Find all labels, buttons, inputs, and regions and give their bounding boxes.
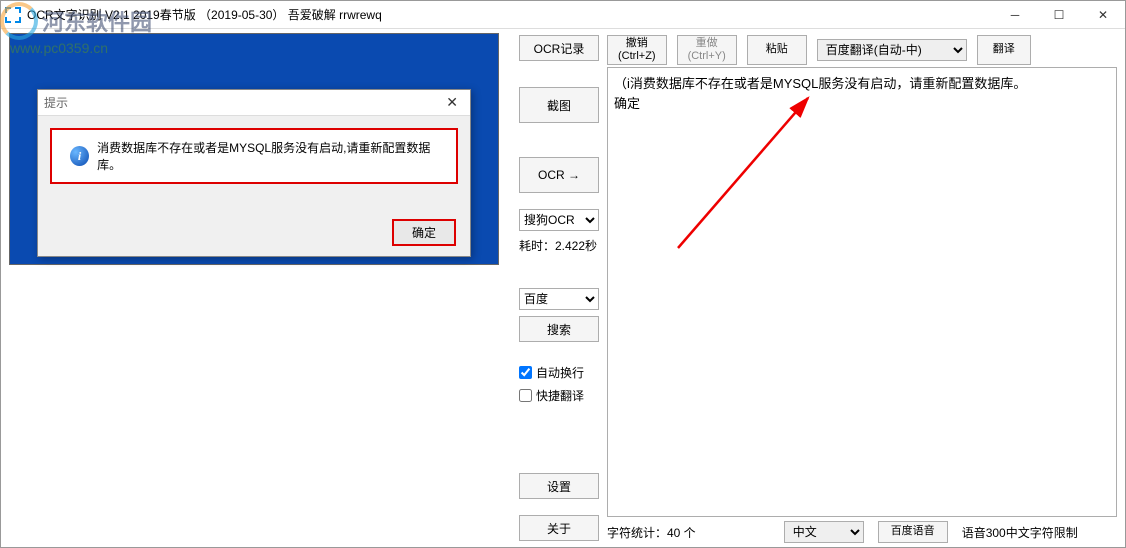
- screenshot-button[interactable]: 截图: [519, 87, 599, 123]
- ocr-engine-select[interactable]: 搜狗OCR: [519, 209, 599, 231]
- dialog-ok-button[interactable]: 确定: [392, 219, 456, 246]
- window-controls: ─ ☐ ✕: [993, 1, 1125, 28]
- minimize-button[interactable]: ─: [993, 1, 1037, 28]
- dialog-title: 提示: [44, 94, 440, 111]
- translator-select[interactable]: 百度翻译(自动-中): [817, 39, 967, 61]
- char-count-label: 字符统计：40 个: [607, 524, 696, 541]
- maximize-button[interactable]: ☐: [1037, 1, 1081, 28]
- annotation-arrow: [658, 88, 858, 258]
- voice-lang-select[interactable]: 中文: [784, 521, 864, 543]
- redo-button[interactable]: 重做 (Ctrl+Y): [677, 35, 737, 65]
- dialog-message: 消费数据库不存在或者是MYSQL服务没有启动,请重新配置数据库。: [97, 139, 438, 173]
- right-pane: 撤销 (Ctrl+Z) 重做 (Ctrl+Y) 粘贴 百度翻译(自动-中) 翻译…: [607, 29, 1125, 547]
- search-engine-select[interactable]: 百度: [519, 288, 599, 310]
- middle-column: OCR记录 截图 OCR → 搜狗OCR 耗时：2.422秒 百度 搜索 自动换…: [511, 29, 607, 547]
- left-pane: 提示 ✕ i 消费数据库不存在或者是MYSQL服务没有启动,请重新配置数据库。 …: [1, 29, 511, 547]
- voice-limit-label: 语音300中文字符限制: [962, 524, 1078, 541]
- ocr-record-button[interactable]: OCR记录: [519, 35, 599, 61]
- top-toolbar: 撤销 (Ctrl+Z) 重做 (Ctrl+Y) 粘贴 百度翻译(自动-中) 翻译: [607, 33, 1117, 67]
- dialog-footer: 确定: [392, 219, 456, 246]
- close-button[interactable]: ✕: [1081, 1, 1125, 28]
- title-text: OCR文字识别 V2.1 2019春节版 （2019-05-30） 吾爱破解 r…: [27, 6, 993, 23]
- ocr-button[interactable]: OCR →: [519, 157, 599, 193]
- quick-translate-input[interactable]: [519, 389, 532, 402]
- elapsed-label: 耗时：2.422秒: [519, 237, 599, 254]
- info-icon: i: [70, 146, 89, 166]
- app-icon: [5, 7, 21, 23]
- dialog-body: i 消费数据库不存在或者是MYSQL服务没有启动,请重新配置数据库。: [50, 128, 458, 184]
- paste-button[interactable]: 粘贴: [747, 35, 807, 65]
- quick-translate-checkbox[interactable]: 快捷翻译: [519, 387, 599, 404]
- about-button[interactable]: 关于: [519, 515, 599, 541]
- search-button[interactable]: 搜索: [519, 316, 599, 342]
- main-window: OCR文字识别 V2.1 2019春节版 （2019-05-30） 吾爱破解 r…: [0, 0, 1126, 548]
- output-line-1: （i消费数据库不存在或者是MYSQL服务没有启动，请重新配置数据库。: [614, 74, 1110, 94]
- auto-wrap-checkbox[interactable]: 自动换行: [519, 364, 599, 381]
- undo-button[interactable]: 撤销 (Ctrl+Z): [607, 35, 667, 65]
- titlebar: OCR文字识别 V2.1 2019春节版 （2019-05-30） 吾爱破解 r…: [1, 1, 1125, 29]
- translate-button[interactable]: 翻译: [977, 35, 1031, 65]
- settings-button[interactable]: 设置: [519, 473, 599, 499]
- message-dialog: 提示 ✕ i 消费数据库不存在或者是MYSQL服务没有启动,请重新配置数据库。 …: [37, 89, 471, 257]
- content-area: 提示 ✕ i 消费数据库不存在或者是MYSQL服务没有启动,请重新配置数据库。 …: [1, 29, 1125, 547]
- auto-wrap-input[interactable]: [519, 366, 532, 379]
- output-textarea[interactable]: （i消费数据库不存在或者是MYSQL服务没有启动，请重新配置数据库。 确定: [607, 67, 1117, 517]
- dialog-titlebar: 提示 ✕: [38, 90, 470, 116]
- voice-button[interactable]: 百度语音: [878, 521, 948, 543]
- bottom-bar: 字符统计：40 个 中文 百度语音 语音300中文字符限制: [607, 517, 1117, 543]
- dialog-close-icon[interactable]: ✕: [440, 94, 464, 111]
- output-line-2: 确定: [614, 94, 1110, 114]
